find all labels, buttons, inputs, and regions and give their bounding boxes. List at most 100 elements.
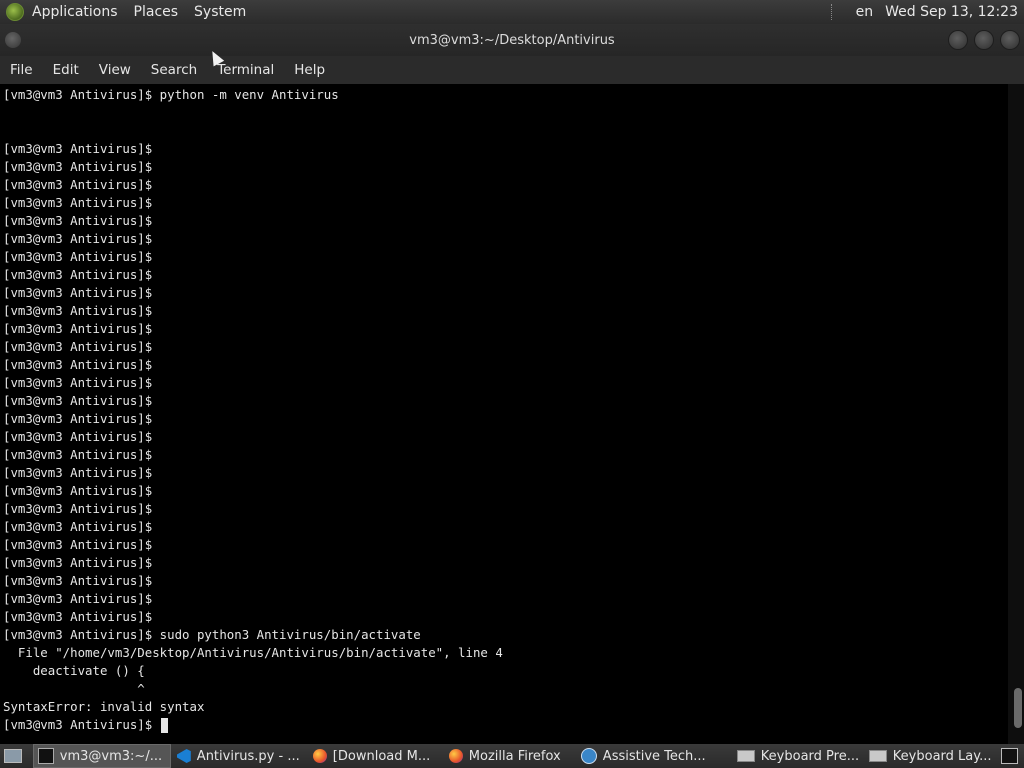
terminal-line: deactivate () {: [3, 662, 503, 680]
terminal-line-text: [vm3@vm3 Antivirus]$: [3, 465, 153, 480]
terminal-line: [vm3@vm3 Antivirus]$: [3, 266, 503, 284]
terminal-line: [vm3@vm3 Antivirus]$: [3, 140, 503, 158]
terminal-line: [vm3@vm3 Antivirus]$: [3, 158, 503, 176]
keyboard-icon: [868, 750, 887, 762]
terminal-scrollbar[interactable]: [1008, 84, 1024, 744]
terminal-line: [vm3@vm3 Antivirus]$: [3, 374, 503, 392]
terminal-line-text: [vm3@vm3 Antivirus]$: [3, 375, 153, 390]
terminal-line: SyntaxError: invalid syntax: [3, 698, 503, 716]
window-title: vm3@vm3:~/Desktop/Antivirus: [409, 32, 615, 48]
terminal-line: [vm3@vm3 Antivirus]$: [3, 608, 503, 626]
accessibility-icon: [580, 748, 597, 764]
menu-file[interactable]: File: [0, 62, 43, 78]
terminal-line-text: [vm3@vm3 Antivirus]$: [3, 141, 153, 156]
taskbar-item-label: Antivirus.py - ...: [196, 748, 300, 764]
taskbar-item[interactable]: vm3@vm3:~/...: [32, 744, 171, 768]
terminal-line-text: SyntaxError: invalid syntax: [3, 699, 205, 714]
terminal-line-text: [vm3@vm3 Antivirus]$: [3, 285, 153, 300]
close-button[interactable]: [1000, 30, 1020, 50]
terminal-line-text: [vm3@vm3 Antivirus]$: [3, 195, 153, 210]
terminal-line: ^: [3, 680, 503, 698]
taskbar-item-label: [Download M...: [332, 748, 431, 764]
terminal-line: [vm3@vm3 Antivirus]$: [3, 518, 503, 536]
menu-search[interactable]: Search: [141, 62, 207, 78]
terminal-line-text: [vm3@vm3 Antivirus]$: [3, 213, 153, 228]
terminal-line: [vm3@vm3 Antivirus]$: [3, 716, 503, 734]
menu-terminal[interactable]: Terminal: [207, 62, 284, 78]
terminal-line-text: [vm3@vm3 Antivirus]$: [3, 447, 153, 462]
applications-menu[interactable]: Applications: [24, 4, 126, 20]
show-desktop-button[interactable]: [0, 745, 31, 767]
terminal-line-text: [vm3@vm3 Antivirus]$: [3, 357, 153, 372]
terminal-line-text: [vm3@vm3 Antivirus]$ python -m venv Anti…: [3, 87, 339, 102]
terminal-line: [vm3@vm3 Antivirus]$: [3, 338, 503, 356]
terminal-line: File "/home/vm3/Desktop/Antivirus/Antivi…: [3, 644, 503, 662]
terminal-line-text: [vm3@vm3 Antivirus]$: [3, 591, 153, 606]
taskbar-item[interactable]: Assistive Tech...: [577, 745, 731, 767]
firefox-icon: [312, 749, 327, 763]
window-title-bar[interactable]: vm3@vm3:~/Desktop/Antivirus: [0, 24, 1024, 56]
terminal-line: [vm3@vm3 Antivirus]$: [3, 356, 503, 374]
terminal-line-text: ^: [3, 681, 145, 696]
terminal-line-text: [vm3@vm3 Antivirus]$: [3, 555, 153, 570]
terminal-tray-icon[interactable]: [1000, 748, 1018, 764]
distro-logo-icon[interactable]: [6, 3, 24, 21]
vscode-icon: [176, 749, 191, 763]
terminal-menubar: File Edit View Search Terminal Help: [0, 56, 1024, 84]
terminal-line: [vm3@vm3 Antivirus]$: [3, 572, 503, 590]
terminal-line-text: [vm3@vm3 Antivirus]$: [3, 159, 153, 174]
maximize-button[interactable]: [974, 30, 994, 50]
taskbar-item-label: vm3@vm3:~/...: [59, 748, 163, 764]
terminal-line: [vm3@vm3 Antivirus]$ sudo python3 Antivi…: [3, 626, 503, 644]
taskbar-item[interactable]: Keyboard Pre...: [733, 745, 863, 767]
terminal-line-text: [vm3@vm3 Antivirus]$: [3, 339, 153, 354]
panel-separator: [830, 4, 834, 20]
menu-help[interactable]: Help: [284, 62, 335, 78]
clock[interactable]: Wed Sep 13, 12:23: [885, 4, 1024, 20]
terminal-line-text: [vm3@vm3 Antivirus]$: [3, 177, 153, 192]
terminal-line: [vm3@vm3 Antivirus]$: [3, 500, 503, 518]
terminal-line: [vm3@vm3 Antivirus]$: [3, 590, 503, 608]
window-menu-button[interactable]: [5, 32, 21, 48]
terminal-line-text: [vm3@vm3 Antivirus]$: [3, 717, 160, 732]
terminal-line: [vm3@vm3 Antivirus]$: [3, 176, 503, 194]
firefox-icon: [448, 749, 463, 763]
taskbar-item[interactable]: Mozilla Firefox: [445, 745, 575, 767]
text-cursor: [160, 718, 168, 733]
minimize-button[interactable]: [948, 30, 968, 50]
terminal-line-text: [vm3@vm3 Antivirus]$: [3, 321, 153, 336]
terminal-line: [vm3@vm3 Antivirus]$: [3, 482, 503, 500]
terminal-line-text: [vm3@vm3 Antivirus]$: [3, 411, 153, 426]
bottom-taskbar: vm3@vm3:~/... Antivirus.py - ... [Download…: [0, 744, 1024, 768]
scrollbar-thumb[interactable]: [1014, 688, 1022, 728]
desktop-icon: [4, 749, 22, 763]
menu-edit[interactable]: Edit: [43, 62, 89, 78]
terminal-line-text: [vm3@vm3 Antivirus]$: [3, 231, 153, 246]
terminal-output[interactable]: [vm3@vm3 Antivirus]$ python -m venv Anti…: [0, 84, 1008, 744]
terminal-line: [vm3@vm3 Antivirus]$: [3, 428, 503, 446]
taskbar-item-label: Keyboard Pre...: [760, 748, 860, 764]
terminal-line-text: [vm3@vm3 Antivirus]$: [3, 267, 153, 282]
places-menu[interactable]: Places: [126, 4, 187, 20]
terminal-line-text: [vm3@vm3 Antivirus]$: [3, 393, 153, 408]
terminal-line: [vm3@vm3 Antivirus]$: [3, 410, 503, 428]
system-menu[interactable]: System: [186, 4, 254, 20]
taskbar-item[interactable]: Keyboard Lay...: [865, 745, 999, 767]
terminal-icon: [37, 748, 54, 764]
terminal-line: [vm3@vm3 Antivirus]$: [3, 446, 503, 464]
terminal-lines: [vm3@vm3 Antivirus]$ python -m venv Anti…: [3, 86, 503, 734]
terminal-line: [vm3@vm3 Antivirus]$: [3, 464, 503, 482]
menu-view[interactable]: View: [89, 62, 141, 78]
taskbar-item-label: Assistive Tech...: [602, 748, 706, 764]
terminal-line-text: File "/home/vm3/Desktop/Antivirus/Antivi…: [3, 645, 503, 660]
terminal-line: [vm3@vm3 Antivirus]$: [3, 554, 503, 572]
terminal-line-text: [vm3@vm3 Antivirus]$: [3, 573, 153, 588]
taskbar-item-label: Mozilla Firefox: [468, 748, 561, 764]
keyboard-language-indicator[interactable]: en: [844, 4, 886, 20]
terminal-line: [vm3@vm3 Antivirus]$: [3, 320, 503, 338]
taskbar-item[interactable]: Antivirus.py - ...: [173, 745, 307, 767]
terminal-line-text: [vm3@vm3 Antivirus]$: [3, 483, 153, 498]
keyboard-icon: [736, 750, 755, 762]
taskbar-item[interactable]: [Download M...: [309, 745, 443, 767]
